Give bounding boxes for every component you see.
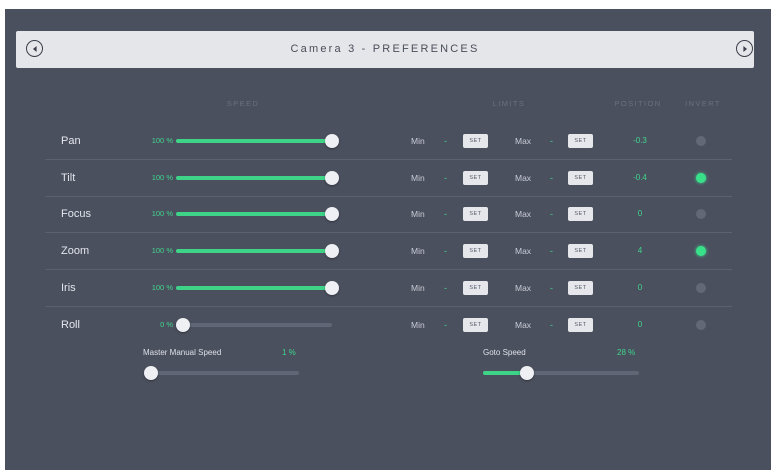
set-min-limit-button[interactable]: SET xyxy=(463,318,488,332)
position-value: 4 xyxy=(637,246,643,255)
set-min-limit-button[interactable]: SET xyxy=(463,281,488,295)
page-title: Camera 3 - PREFERENCES xyxy=(290,43,480,55)
min-limit-label: Min xyxy=(411,173,425,183)
invert-toggle[interactable] xyxy=(696,283,706,293)
speed-slider[interactable] xyxy=(176,134,339,148)
set-min-limit-button[interactable]: SET xyxy=(463,207,488,221)
min-limit-value: - xyxy=(444,173,447,183)
chevron-right-icon xyxy=(742,45,747,52)
min-limit-label: Min xyxy=(411,320,425,330)
min-limit-value: - xyxy=(444,283,447,293)
min-limit-value: - xyxy=(444,136,447,146)
speed-slider-fill xyxy=(176,139,332,143)
max-limit-label: Max xyxy=(515,320,532,330)
max-limit-value: - xyxy=(550,283,553,293)
max-limit-label: Max xyxy=(515,246,532,256)
max-limit-value: - xyxy=(550,209,553,219)
speed-slider[interactable] xyxy=(176,281,339,295)
set-max-limit-button[interactable]: SET xyxy=(568,207,593,221)
min-limit-value: - xyxy=(444,320,447,330)
speed-slider-thumb[interactable] xyxy=(325,171,339,185)
max-limit-value: - xyxy=(550,136,553,146)
master-manual-speed-label: Master Manual Speed xyxy=(143,348,222,357)
speed-value: 0 % xyxy=(160,320,173,329)
min-limit-label: Min xyxy=(411,209,425,219)
set-max-limit-button[interactable]: SET xyxy=(568,134,593,148)
max-limit-value: - xyxy=(550,246,553,256)
next-camera-button[interactable] xyxy=(736,40,753,57)
min-limit-value: - xyxy=(444,209,447,219)
position-value: -0.4 xyxy=(633,173,647,182)
speed-slider[interactable] xyxy=(176,318,332,332)
set-max-limit-button[interactable]: SET xyxy=(568,171,593,185)
goto-speed-label: Goto Speed xyxy=(483,348,526,357)
min-limit-value: - xyxy=(444,246,447,256)
goto-speed-value: 28 % xyxy=(617,348,636,357)
speed-slider-thumb[interactable] xyxy=(325,207,339,221)
axis-row-iris: Iris 100 % Min - SET Max - SET 0 xyxy=(45,270,732,306)
set-max-limit-button[interactable]: SET xyxy=(568,244,593,258)
column-header-limits: LIMITS xyxy=(492,99,526,108)
speed-slider-fill xyxy=(176,286,332,290)
master-manual-speed-slider[interactable] xyxy=(144,366,299,380)
axis-row-zoom: Zoom 100 % Min - SET Max - SET 4 xyxy=(45,233,732,269)
speed-slider[interactable] xyxy=(176,171,339,185)
set-min-limit-button[interactable]: SET xyxy=(463,171,488,185)
speed-slider-thumb[interactable] xyxy=(325,281,339,295)
set-min-limit-button[interactable]: SET xyxy=(463,244,488,258)
speed-slider[interactable] xyxy=(176,244,339,258)
column-header-speed: SPEED xyxy=(226,99,260,108)
invert-toggle[interactable] xyxy=(696,173,706,183)
min-limit-label: Min xyxy=(411,283,425,293)
max-limit-value: - xyxy=(550,320,553,330)
set-min-limit-button[interactable]: SET xyxy=(463,134,488,148)
invert-toggle[interactable] xyxy=(696,209,706,219)
invert-toggle[interactable] xyxy=(696,246,706,256)
master-manual-speed-value: 1 % xyxy=(282,348,296,357)
speed-slider-thumb[interactable] xyxy=(176,318,190,332)
speed-slider-thumb[interactable] xyxy=(325,244,339,258)
invert-toggle[interactable] xyxy=(696,136,706,146)
axis-label: Pan xyxy=(61,135,81,147)
axis-row-roll: Roll 0 % Min - SET Max - SET 0 xyxy=(45,307,732,343)
min-limit-label: Min xyxy=(411,136,425,146)
set-max-limit-button[interactable]: SET xyxy=(568,281,593,295)
speed-value: 100 % xyxy=(151,283,173,292)
speed-slider-fill xyxy=(176,176,332,180)
speed-value: 100 % xyxy=(151,246,173,255)
max-limit-label: Max xyxy=(515,283,532,293)
speed-value: 100 % xyxy=(151,209,173,218)
axis-row-focus: Focus 100 % Min - SET Max - SET 0 xyxy=(45,196,732,232)
max-limit-label: Max xyxy=(515,136,532,146)
speed-slider-thumb[interactable] xyxy=(325,134,339,148)
set-max-limit-button[interactable]: SET xyxy=(568,318,593,332)
column-header-position: POSITION xyxy=(614,99,662,108)
goto-speed-slider[interactable] xyxy=(483,366,639,380)
position-value: -0.3 xyxy=(633,136,647,145)
position-value: 0 xyxy=(637,320,643,329)
axis-label: Zoom xyxy=(61,245,90,257)
title-bar: Camera 3 - PREFERENCES xyxy=(16,31,754,68)
column-header-invert: INVERT xyxy=(685,99,721,108)
max-limit-value: - xyxy=(550,173,553,183)
axis-label: Iris xyxy=(61,282,76,294)
max-limit-label: Max xyxy=(515,173,532,183)
invert-toggle[interactable] xyxy=(696,320,706,330)
position-value: 0 xyxy=(637,283,643,292)
speed-slider-fill xyxy=(176,212,332,216)
speed-slider[interactable] xyxy=(176,207,339,221)
axis-label: Tilt xyxy=(61,172,76,184)
speed-slider-fill xyxy=(176,249,332,253)
position-value: 0 xyxy=(637,209,643,218)
axis-row-pan: Pan 100 % Min - SET Max - SET -0.3 xyxy=(45,123,732,159)
goto-speed-thumb[interactable] xyxy=(519,366,534,380)
speed-value: 100 % xyxy=(151,173,173,182)
axis-label: Focus xyxy=(61,208,91,220)
axis-label: Roll xyxy=(61,319,80,331)
axis-row-tilt: Tilt 100 % Min - SET Max - SET -0.4 xyxy=(45,160,732,196)
speed-value: 100 % xyxy=(151,136,173,145)
max-limit-label: Max xyxy=(515,209,532,219)
min-limit-label: Min xyxy=(411,246,425,256)
